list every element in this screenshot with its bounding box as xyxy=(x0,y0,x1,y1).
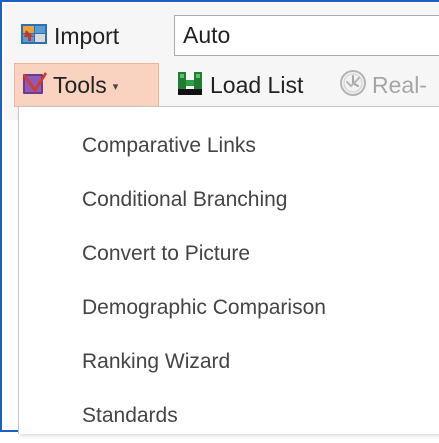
import-button[interactable]: Import xyxy=(16,18,123,54)
tools-button[interactable]: Tools ▾ xyxy=(14,63,159,107)
menu-item-conditional-branching[interactable]: Conditional Branching xyxy=(19,173,439,227)
menu-item-comparative-links[interactable]: Comparative Links xyxy=(19,119,439,173)
auto-field-value: Auto xyxy=(183,22,231,48)
toolbar: Import Auto Tools ▾ Load List Real- xyxy=(4,4,439,120)
tools-dropdown-menu: Comparative Links Conditional Branching … xyxy=(18,106,439,434)
tools-menu-list: Comparative Links Conditional Branching … xyxy=(19,119,439,443)
import-icon xyxy=(20,22,48,51)
load-list-label: Load List xyxy=(210,71,304,98)
load-list-button[interactable]: Load List xyxy=(176,65,303,105)
tools-icon xyxy=(21,70,49,101)
menu-item-demographic-comparison[interactable]: Demographic Comparison xyxy=(19,281,439,335)
app-window: Import Auto Tools ▾ Load List Real- Comp… xyxy=(0,0,439,434)
menu-item-convert-to-picture[interactable]: Convert to Picture xyxy=(19,227,439,281)
realtime-label: Real- xyxy=(372,71,427,98)
auto-field[interactable]: Auto xyxy=(174,15,439,56)
menu-item-ranking-wizard[interactable]: Ranking Wizard xyxy=(19,335,439,389)
load-list-icon xyxy=(176,69,204,102)
clock-icon xyxy=(338,68,368,103)
chevron-down-icon: ▾ xyxy=(112,80,119,93)
menu-item-standards[interactable]: Standards xyxy=(19,389,439,443)
import-label: Import xyxy=(54,22,120,49)
realtime-button[interactable]: Real- xyxy=(338,65,427,105)
tools-label: Tools xyxy=(53,71,107,98)
